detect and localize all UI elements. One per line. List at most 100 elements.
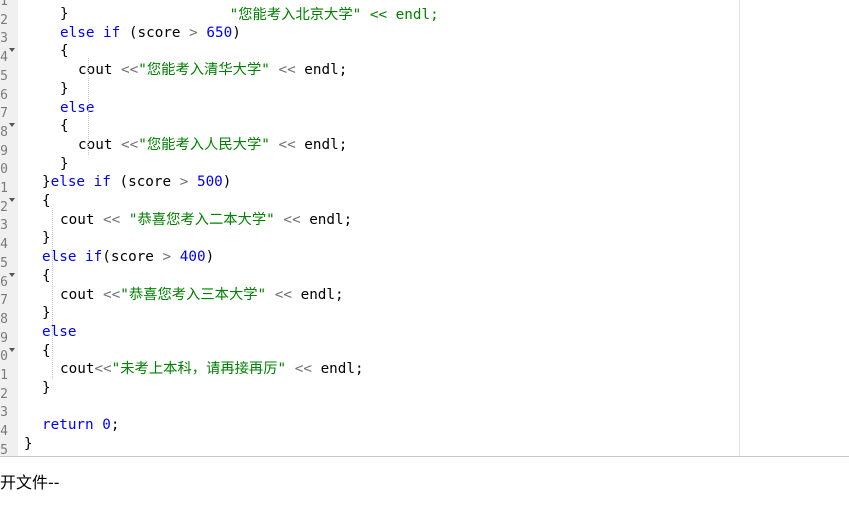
code-token: ) [222, 174, 232, 191]
code-token: "您能考入人民大学" [138, 136, 270, 153]
code-token: { [42, 267, 51, 284]
code-line: }else if (score > 500) [42, 173, 231, 191]
indent-guide [88, 58, 89, 155]
code-line: else if (score > 650) [60, 24, 241, 42]
code-token: > [162, 249, 172, 266]
code-line: cout <<"您能考入清华大学" << endl; [78, 61, 347, 79]
chevron-down-icon[interactable] [9, 347, 15, 354]
code-line: { [60, 42, 69, 60]
line-number-gutter: 12345678901234567890123456 [0, 0, 18, 456]
line-number: 8 [0, 124, 8, 140]
line-number: 4 [0, 237, 8, 253]
code-token: (score [120, 24, 190, 41]
line-number: 0 [0, 349, 8, 365]
code-line: else [60, 99, 94, 117]
code-token: } [42, 230, 51, 247]
code-line: } [24, 435, 33, 453]
line-number: 1 [0, 0, 8, 9]
line-number: 4 [0, 424, 8, 440]
code-token: } [24, 436, 33, 453]
code-token: (score [110, 174, 180, 191]
code-line: else if(score > 400) [42, 248, 214, 266]
line-number: 1 [0, 181, 8, 196]
line-number: 2 [0, 386, 8, 402]
line-number: 9 [0, 330, 8, 346]
code-token: } [42, 174, 51, 191]
code-area[interactable]: "您能考入北京大学" << endl; } else if (score > 65… [18, 0, 739, 456]
indent-guide [52, 208, 53, 379]
code-line: return 0; [42, 416, 119, 434]
code-token: "恭喜您考入三本大学" [120, 286, 267, 303]
code-token: "未考上本科，请再接再厉" [111, 361, 287, 378]
code-token: { [60, 43, 69, 60]
code-token: } [60, 6, 69, 22]
line-number: 2 [0, 12, 8, 28]
code-token: "您能考入清华大学" [138, 62, 270, 79]
code-token: { [42, 193, 51, 209]
output-panel: 开文件-- [0, 457, 849, 507]
code-line: } [60, 80, 69, 98]
code-token: (score [102, 249, 163, 266]
code-editor[interactable]: 12345678901234567890123456 "您能考入北京大学" <<… [0, 0, 849, 456]
code-token: << [278, 136, 296, 153]
chevron-down-icon[interactable] [9, 272, 15, 279]
code-token: cout [78, 136, 122, 153]
line-number: 7 [0, 293, 8, 309]
chevron-down-icon[interactable] [9, 123, 15, 129]
code-token: << [103, 286, 121, 303]
line-number: 6 [0, 274, 8, 290]
code-token: > [189, 24, 198, 41]
code-token: cout [60, 211, 104, 228]
code-token: { [42, 342, 51, 359]
code-token: << [274, 286, 292, 303]
code-token: { [60, 118, 69, 135]
line-number: 3 [0, 31, 8, 47]
code-token: ; [110, 417, 120, 434]
code-line: } [42, 304, 51, 322]
code-token: << [278, 62, 296, 79]
line-number: 2 [0, 199, 8, 215]
code-line: cout <<"您能考入人民大学" << endl; [78, 136, 347, 154]
code-token: 400 [179, 249, 206, 266]
code-token: } [60, 80, 69, 97]
code-token: endl; [295, 136, 348, 153]
code-token: else if [50, 174, 111, 191]
code-line: } [42, 379, 51, 397]
code-token: ) [205, 249, 215, 266]
chevron-down-icon[interactable] [9, 48, 15, 54]
code-token: else [60, 99, 95, 116]
code-token: endl; [300, 211, 353, 228]
code-token: << [121, 136, 139, 153]
status-message: 开文件-- [0, 473, 60, 492]
code-line: } [42, 229, 51, 247]
code-token: << [121, 62, 139, 79]
line-number: 4 [0, 50, 8, 66]
code-line: { [60, 117, 69, 135]
code-token: else if [60, 24, 121, 41]
code-token: 650 [206, 24, 233, 41]
line-number: 3 [0, 218, 8, 234]
line-number: 0 [0, 162, 8, 178]
code-token: 500 [196, 174, 223, 191]
line-number: 3 [0, 405, 8, 421]
code-line: { [42, 192, 51, 210]
code-token: << [294, 361, 312, 378]
code-line: { [42, 342, 51, 360]
code-token: endl; [291, 286, 344, 303]
line-number: 5 [0, 68, 8, 84]
line-number: 8 [0, 311, 8, 327]
chevron-down-icon[interactable] [9, 198, 15, 204]
code-line: cout << "恭喜您考入二本大学" << endl; [60, 211, 352, 229]
code-token-string: "您能考入北京大学" << endl; [229, 7, 439, 23]
line-number: 1 [0, 368, 8, 383]
line-number: 6 [0, 87, 8, 103]
code-token: << [103, 211, 121, 228]
code-token: cout [78, 62, 122, 79]
code-token: endl; [295, 62, 348, 79]
code-token: << [283, 211, 301, 228]
line-number: 5 [0, 255, 8, 271]
code-token: return [42, 417, 94, 434]
